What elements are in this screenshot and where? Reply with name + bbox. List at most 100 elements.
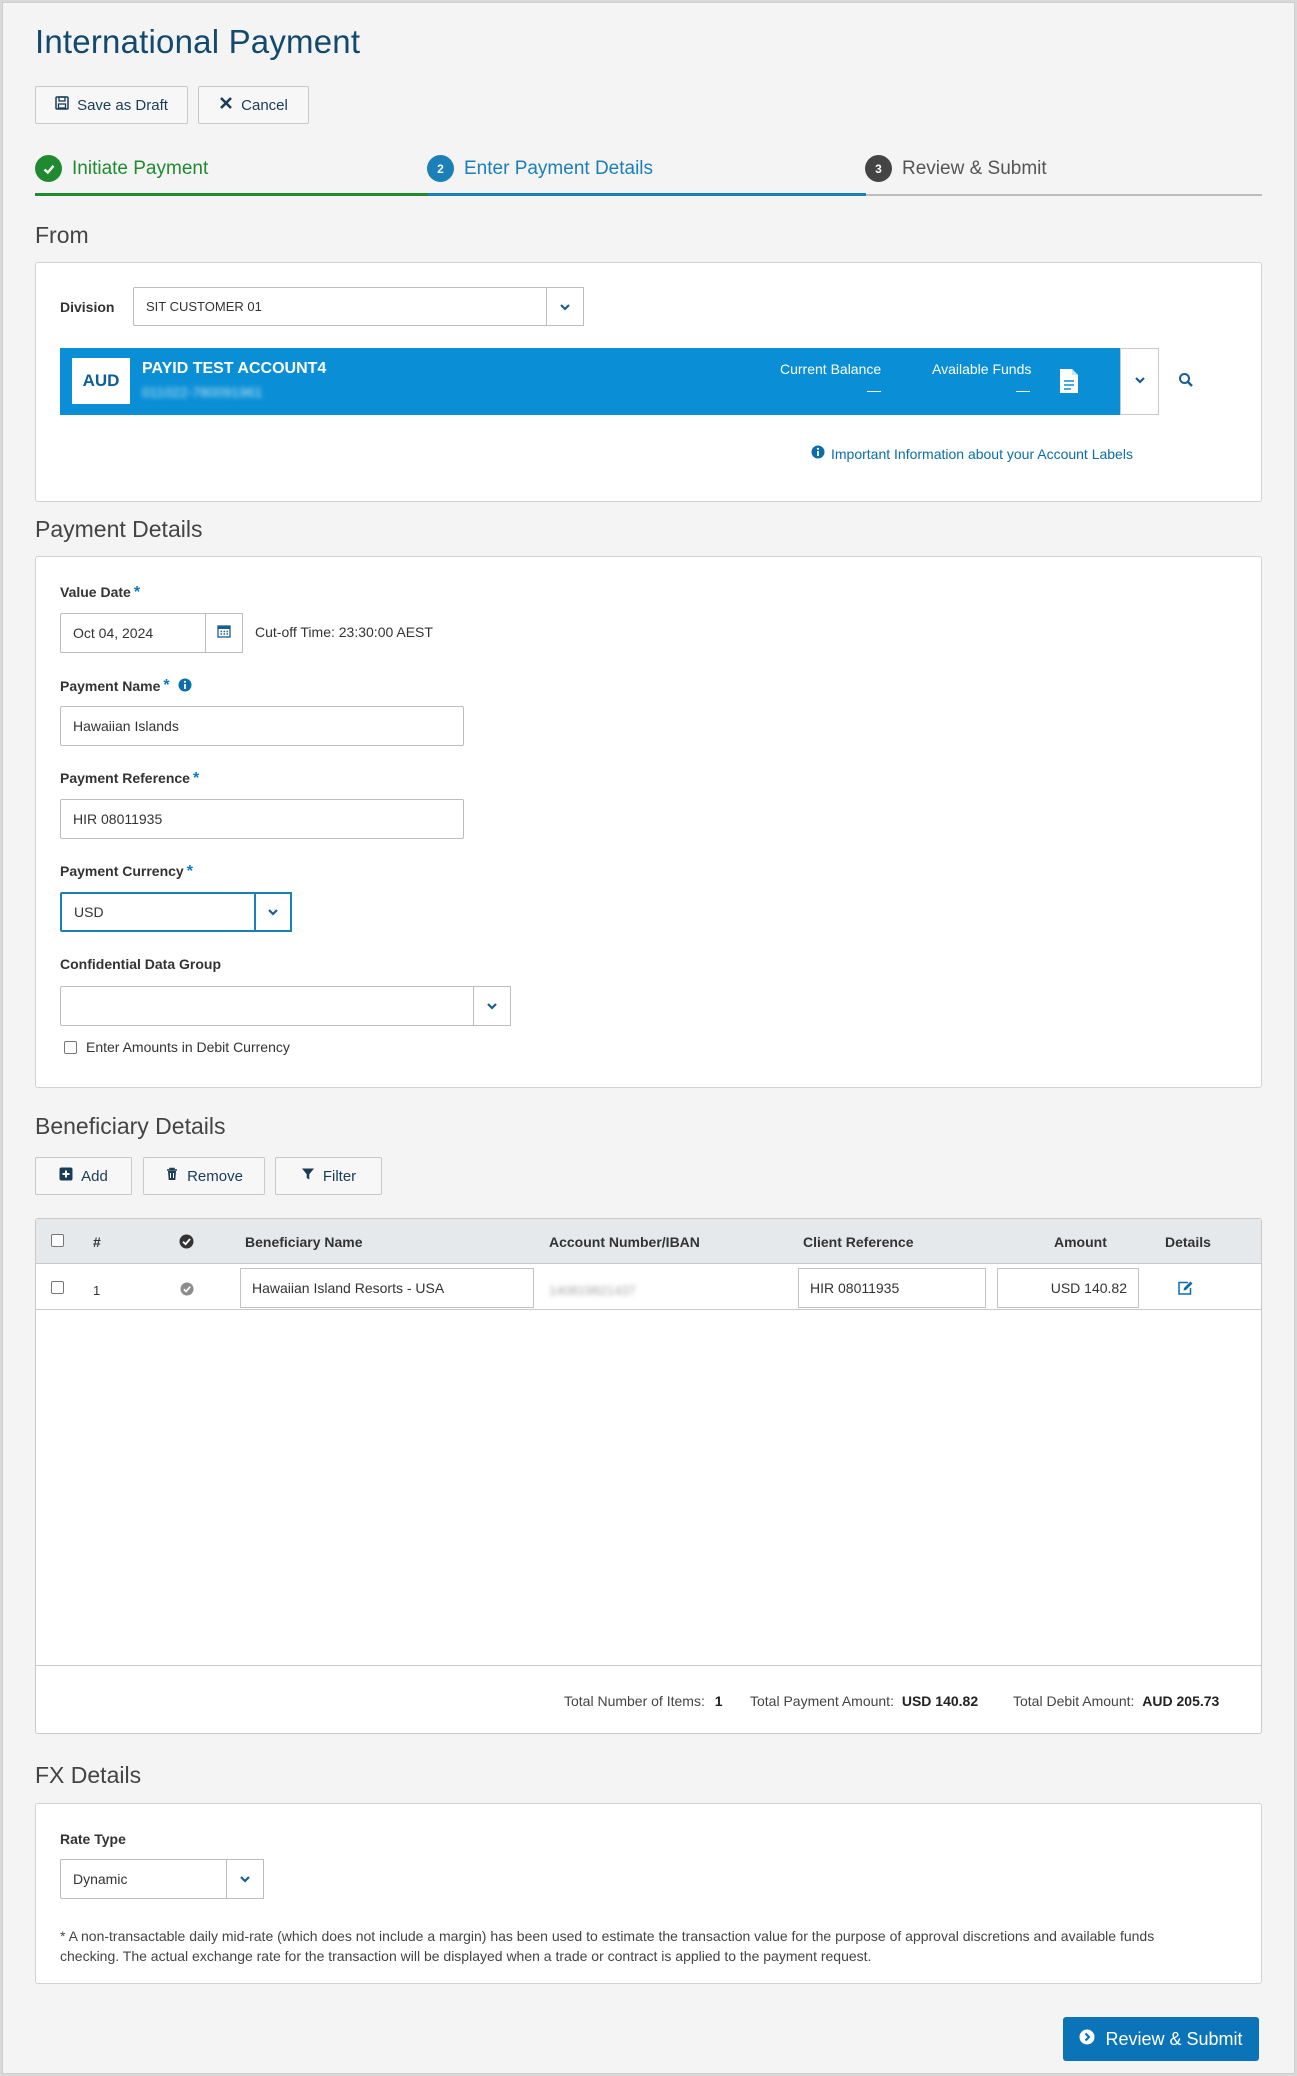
save-as-draft-label: Save as Draft <box>77 96 168 114</box>
total-items-value: 1 <box>714 1693 723 1709</box>
total-items: Total Number of Items: 1 <box>564 1693 723 1709</box>
filter-label: Filter <box>322 1167 357 1185</box>
cancel-label: Cancel <box>241 96 288 114</box>
fx-note-line-2: checking. The actual exchange rate for t… <box>60 1948 872 1964</box>
debit-currency-checkbox[interactable] <box>64 1040 77 1054</box>
rate-type-select[interactable]: Dynamic <box>60 1859 264 1899</box>
column-header-client-reference[interactable]: Client Reference <box>803 1234 913 1250</box>
column-header-details: Details <box>1165 1234 1211 1250</box>
confidential-data-group-select[interactable] <box>60 986 511 1026</box>
payment-currency-label-text: Payment Currency <box>60 863 184 879</box>
info-link-text: Important Information about your Account… <box>831 445 1133 462</box>
available-funds-value: — <box>1016 382 1030 398</box>
filter-icon <box>301 1167 315 1185</box>
total-debit-amount: Total Debit Amount: AUD 205.73 <box>1013 1693 1219 1709</box>
total-payment-label: Total Payment Amount: <box>750 1693 894 1709</box>
debit-currency-option[interactable]: Enter Amounts in Debit Currency <box>64 1039 290 1055</box>
chevron-down-icon[interactable] <box>254 892 292 932</box>
step-initiate-payment: Initiate Payment <box>35 155 208 182</box>
cancel-button[interactable]: Cancel <box>198 86 309 124</box>
remove-label: Remove <box>187 1167 243 1185</box>
confidential-data-group-label: Confidential Data Group <box>60 956 221 972</box>
save-as-draft-button[interactable]: Save as Draft <box>35 86 188 124</box>
fx-details-panel: Rate Type Dynamic * A non-transactable d… <box>35 1803 1262 1984</box>
chevron-down-icon[interactable] <box>473 986 511 1026</box>
division-value: SIT CUSTOMER 01 <box>146 299 262 314</box>
current-balance-label: Current Balance <box>780 361 882 377</box>
edit-icon[interactable] <box>1177 1280 1194 1300</box>
filter-beneficiary-button[interactable]: Filter <box>275 1157 382 1195</box>
info-circle-icon[interactable] <box>178 678 192 695</box>
step-number-badge: 2 <box>427 155 454 182</box>
from-panel: Division SIT CUSTOMER 01 AUD PAYID TEST … <box>35 262 1262 502</box>
payment-name-input[interactable]: Hawaiian Islands <box>60 706 464 746</box>
column-header-account-number[interactable]: Account Number/IBAN <box>549 1234 700 1250</box>
account-labels-info-link[interactable]: Important Information about your Account… <box>811 445 1133 462</box>
table-footer-divider <box>36 1665 1261 1666</box>
current-balance-value: — <box>867 382 881 398</box>
account-number: 011022-780091961 <box>142 384 263 400</box>
payment-reference-label: Payment Reference * <box>60 770 199 788</box>
value-date-label: Value Date * <box>60 584 140 602</box>
step-label: Review & Submit <box>902 157 1047 179</box>
payment-reference-input[interactable]: HIR 08011935 <box>60 799 464 839</box>
required-asterisk: * <box>163 677 170 694</box>
search-icon[interactable] <box>1178 372 1194 392</box>
payment-reference-value: HIR 08011935 <box>73 811 163 827</box>
account-dropdown-button[interactable] <box>1120 348 1159 415</box>
chevron-down-icon[interactable] <box>226 1859 264 1899</box>
client-reference-field[interactable]: HIR 08011935 <box>798 1268 986 1308</box>
account-number-value: 140819821437 <box>549 1283 636 1298</box>
step-progress-complete <box>35 193 428 196</box>
step-number-badge: 3 <box>865 155 892 182</box>
review-submit-button[interactable]: Review & Submit <box>1063 2017 1259 2061</box>
plus-square-icon <box>59 1167 73 1185</box>
check-circle-icon <box>180 1282 194 1300</box>
payment-name-label: Payment Name * <box>60 677 192 695</box>
payment-name-label-text: Payment Name <box>60 678 161 694</box>
column-header-beneficiary-name[interactable]: Beneficiary Name <box>245 1234 363 1250</box>
chevron-down-icon <box>1134 373 1146 390</box>
account-selector[interactable]: AUD PAYID TEST ACCOUNT4 011022-780091961… <box>60 348 1120 415</box>
step-progress-active <box>428 193 866 196</box>
fx-details-title: FX Details <box>35 1762 142 1788</box>
rate-type-label: Rate Type <box>60 1831 126 1847</box>
document-icon[interactable] <box>1058 368 1080 398</box>
beneficiary-name-field[interactable]: Hawaiian Island Resorts - USA <box>240 1268 534 1308</box>
column-header-number: # <box>93 1234 101 1250</box>
value-date-value: Oct 04, 2024 <box>73 625 154 641</box>
value-date-label-text: Value Date <box>60 584 131 600</box>
page-title: International Payment <box>35 23 361 60</box>
step-review-submit: 3 Review & Submit <box>865 155 1047 182</box>
trash-icon <box>165 1167 179 1185</box>
payment-details-title: Payment Details <box>35 516 203 542</box>
required-asterisk: * <box>133 584 141 601</box>
currency-badge: AUD <box>72 358 130 404</box>
add-beneficiary-button[interactable]: Add <box>35 1157 132 1195</box>
required-asterisk: * <box>186 863 193 880</box>
step-enter-payment-details: 2 Enter Payment Details <box>427 155 653 182</box>
remove-beneficiary-button[interactable]: Remove <box>143 1157 265 1195</box>
client-reference-value: HIR 08011935 <box>810 1280 900 1296</box>
select-all-checkbox[interactable] <box>51 1234 64 1247</box>
rate-type-value: Dynamic <box>73 1871 128 1887</box>
calendar-icon <box>217 624 231 642</box>
step-label: Enter Payment Details <box>464 157 654 179</box>
calendar-button[interactable] <box>205 613 243 653</box>
info-circle-icon <box>811 445 825 462</box>
step-progress-pending <box>866 194 1262 196</box>
division-label: Division <box>60 299 115 315</box>
payment-currency-label: Payment Currency * <box>60 863 193 881</box>
total-payment-value: USD 140.82 <box>901 1693 979 1709</box>
floppy-disk-icon <box>55 96 69 114</box>
value-date-input[interactable]: Oct 04, 2024 <box>60 613 206 653</box>
row-number: 1 <box>93 1283 101 1298</box>
chevron-down-icon[interactable] <box>546 287 584 326</box>
amount-value: USD 140.82 <box>1050 1280 1127 1296</box>
payment-currency-select[interactable]: USD <box>60 892 292 932</box>
row-checkbox[interactable] <box>51 1281 64 1294</box>
fx-note-line-1: * A non-transactable daily mid-rate (whi… <box>60 1928 1155 1944</box>
column-header-amount[interactable]: Amount <box>1054 1234 1107 1250</box>
division-select[interactable]: SIT CUSTOMER 01 <box>133 287 584 326</box>
amount-field[interactable]: USD 140.82 <box>997 1268 1139 1308</box>
